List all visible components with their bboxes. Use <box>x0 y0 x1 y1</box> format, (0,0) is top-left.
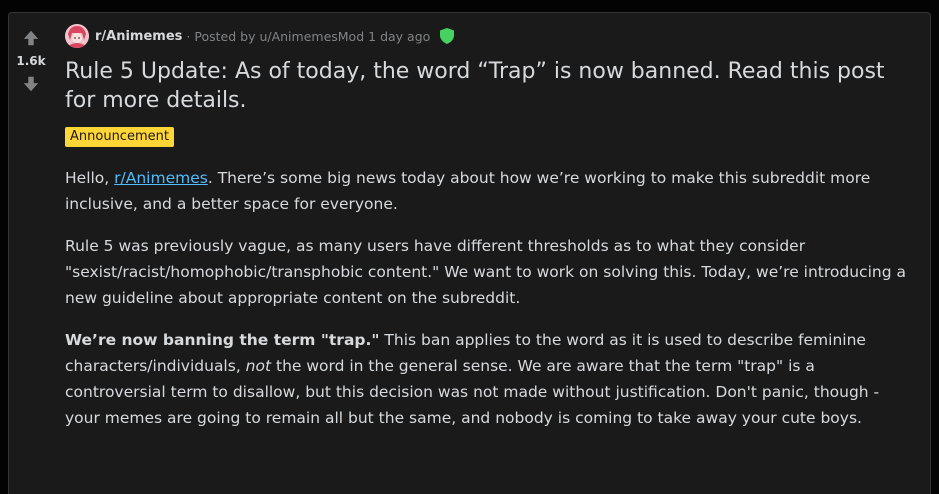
post-meta: r/Animemes · Posted by u/AnimemesMod 1 d… <box>65 23 910 49</box>
downvote-arrow-icon[interactable] <box>20 73 42 95</box>
body-paragraph: We’re now banning the term "trap." This … <box>65 327 910 431</box>
upvote-arrow-icon[interactable] <box>20 27 42 49</box>
subreddit-inline-link[interactable]: r/Animemes <box>114 169 208 187</box>
meta-separator: · <box>186 28 191 44</box>
post-content: r/Animemes · Posted by u/AnimemesMod 1 d… <box>65 23 910 447</box>
post-title[interactable]: Rule 5 Update: As of today, the word “Tr… <box>65 57 910 115</box>
subreddit-link[interactable]: r/Animemes <box>95 29 182 44</box>
p3-bold: We’re now banning the term "trap." <box>65 331 380 349</box>
post-time[interactable]: 1 day ago <box>368 29 430 44</box>
vote-score: 1.6k <box>16 54 46 68</box>
p1-prefix: Hello, <box>65 169 115 187</box>
body-paragraph: Hello, r/Animemes. There’s some big news… <box>65 165 910 217</box>
posted-by[interactable]: Posted by u/AnimemesMod <box>194 29 364 44</box>
post-flair[interactable]: Announcement <box>65 127 174 147</box>
body-paragraph: Rule 5 was previously vague, as many use… <box>65 237 906 307</box>
post-body: Hello, r/Animemes. There’s some big news… <box>65 165 910 431</box>
moderator-shield-icon <box>440 28 455 44</box>
vote-column: 1.6k <box>9 13 53 95</box>
p3-italic: not <box>245 357 272 375</box>
subreddit-avatar[interactable] <box>65 24 89 48</box>
post-card: 1.6k r/Animemes · Posted by u/AnimemesMo… <box>8 12 931 494</box>
